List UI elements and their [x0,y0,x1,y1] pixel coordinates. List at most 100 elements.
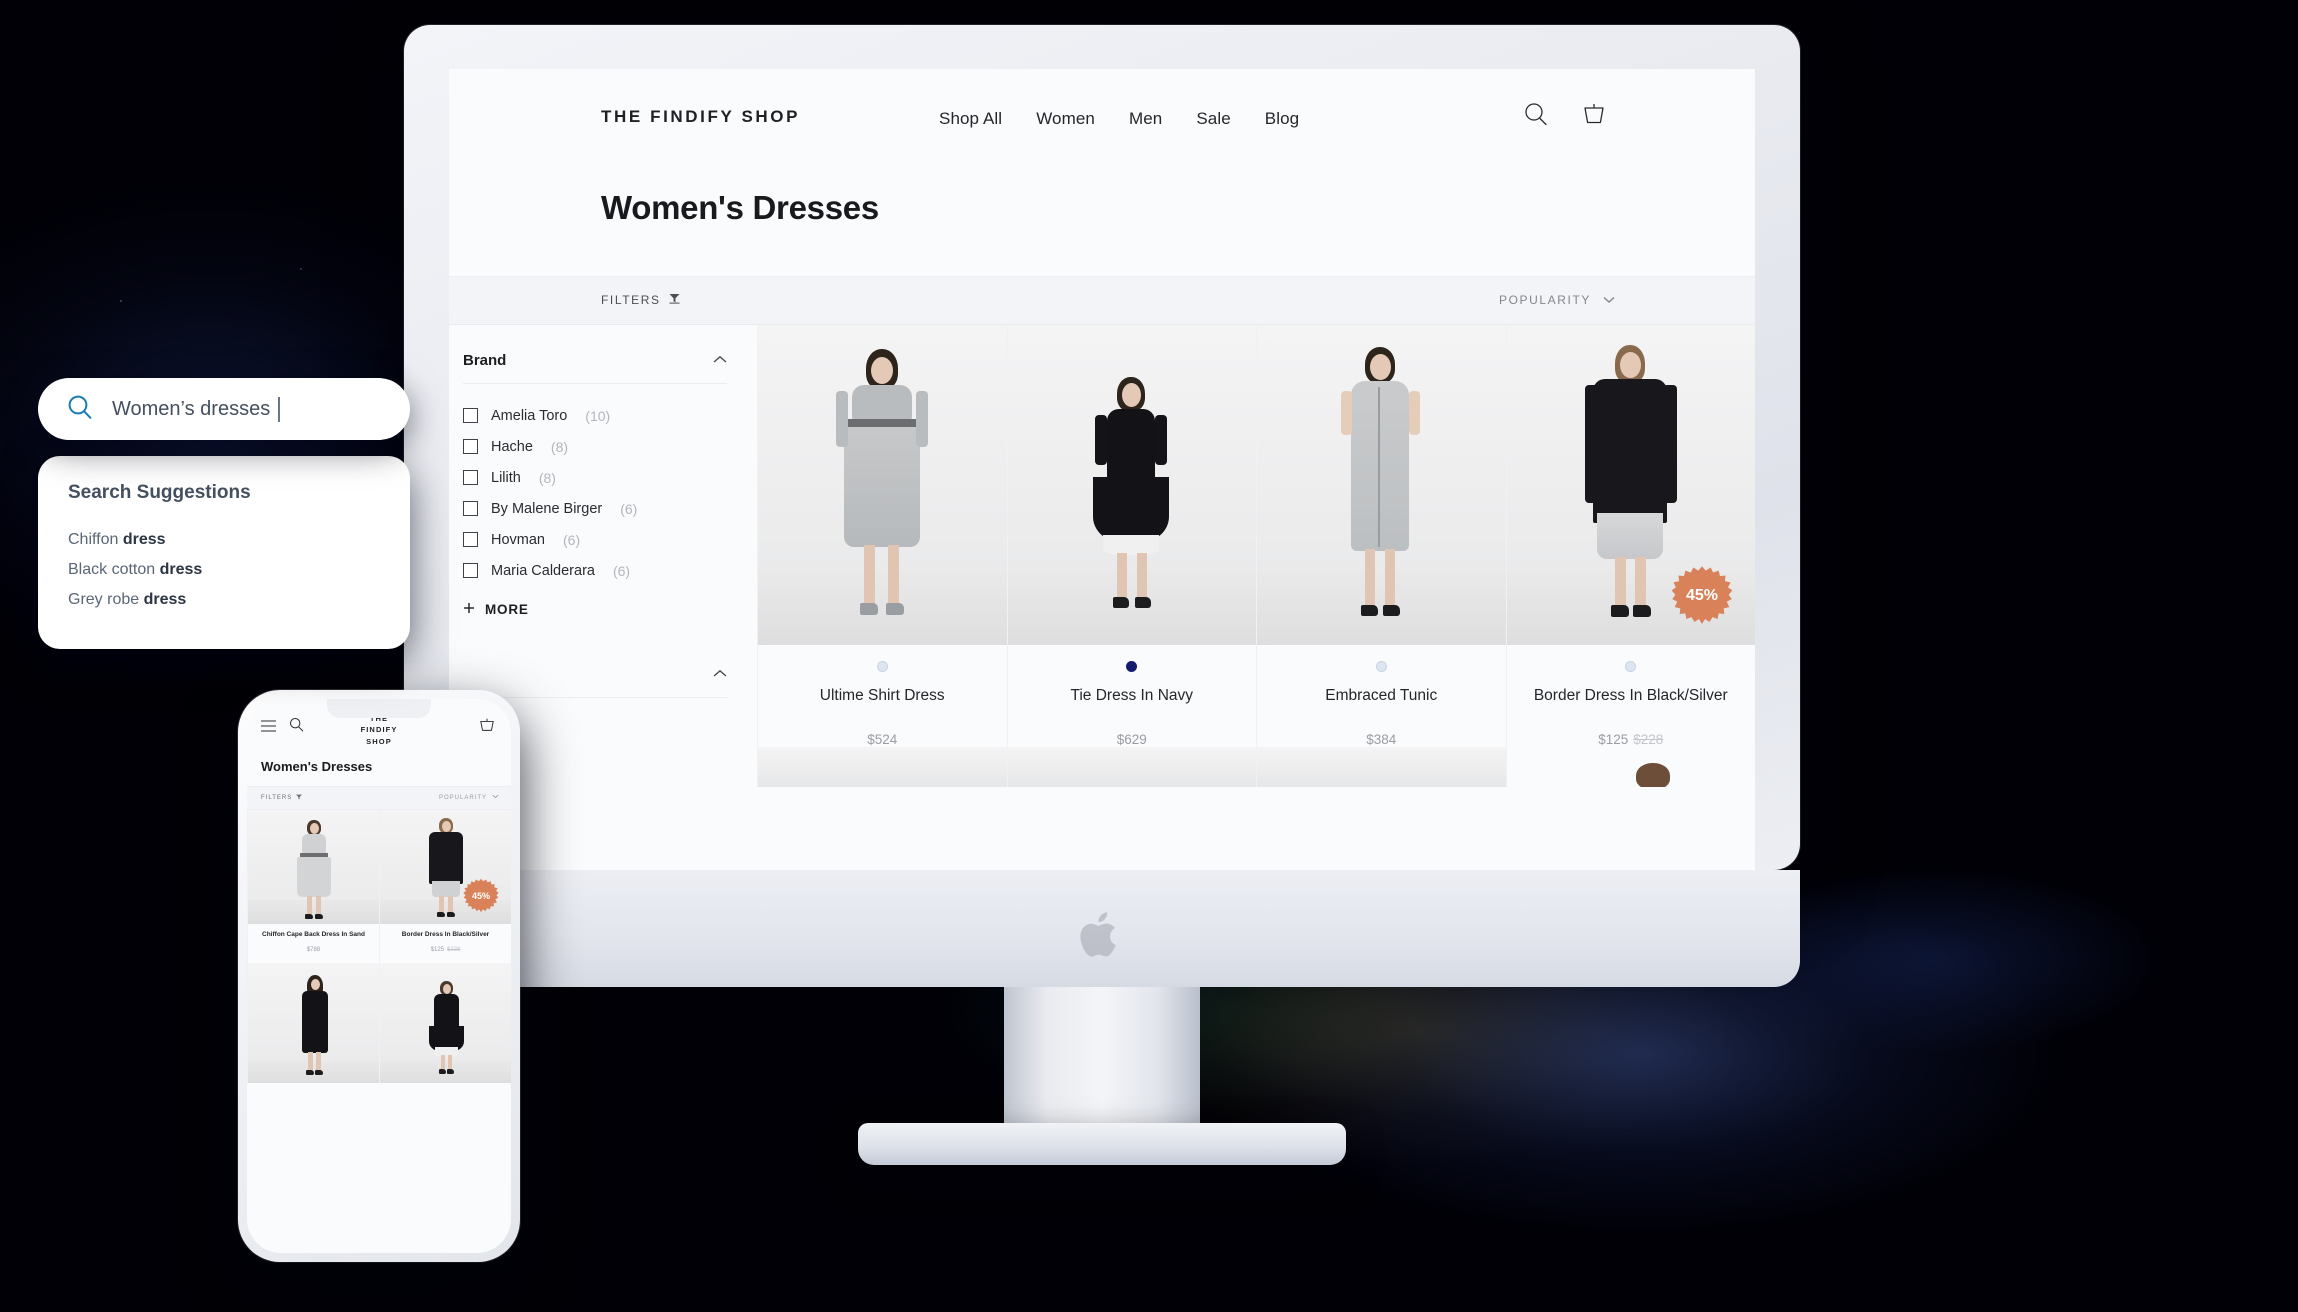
product-card[interactable]: Chiffon Cape Back Dress In Sand $788 [247,810,379,963]
product-image[interactable]: 45% [380,810,511,924]
product-card[interactable] [379,962,511,1083]
background-speck [120,300,122,302]
product-name[interactable]: Tie Dress In Navy [1020,686,1245,706]
product-card[interactable]: 45% Border Dress In Black/Silver $125 $22… [1505,325,1755,747]
background-speck [300,268,302,270]
checkbox[interactable] [463,501,478,516]
product-image[interactable] [248,962,379,1083]
facet-show-more-button[interactable]: MORE [463,586,727,621]
suggestions-title: Search Suggestions [68,482,251,503]
cart-icon[interactable] [479,717,495,738]
color-swatch[interactable] [1625,661,1637,672]
product-name[interactable]: Chiffon Cape Back Dress In Sand [252,931,375,940]
product-image[interactable] [1257,746,1506,787]
discount-value: 45% [471,891,490,901]
facet-option-label: Hovman [491,531,545,548]
search-icon[interactable] [66,393,94,426]
nav-item-men[interactable]: Men [1129,109,1162,129]
color-swatch[interactable] [1126,661,1138,672]
imac-stand-foot [858,1123,1346,1165]
filters-toggle[interactable]: FILTERS [601,293,680,307]
product-name[interactable]: Ultime Shirt Dress [770,686,995,706]
brand-line-3: SHOP [366,736,392,746]
search-icon[interactable] [289,717,304,737]
facet-option[interactable]: Amelia Toro (10) [463,400,727,431]
product-image[interactable] [1007,746,1256,787]
phone-filter-bar: FILTERS POPULARITY [247,786,511,810]
cart-icon[interactable] [1581,101,1607,127]
nav-item-women[interactable]: Women [1036,109,1095,129]
imac-stand-neck [1004,987,1200,1135]
hamburger-icon[interactable] [261,719,276,737]
sort-dropdown[interactable]: POPULARITY [1499,293,1615,307]
product-name[interactable]: Embraced Tunic [1269,686,1494,706]
chevron-down-icon [1603,293,1615,307]
product-card[interactable] [1256,746,1506,787]
color-swatch[interactable] [1375,661,1387,672]
checkbox[interactable] [463,439,478,454]
suggestion-item[interactable]: Black cotton dress [68,555,380,585]
product-image[interactable]: 45% [1506,325,1755,645]
product-price: $788 [252,947,375,953]
chevron-up-icon[interactable] [713,665,727,683]
product-image[interactable] [1257,325,1506,645]
product-name[interactable]: Border Dress In Black/Silver [384,931,507,940]
suggestion-match: dress [122,531,166,548]
search-icon[interactable] [1523,101,1549,127]
search-overlay: Women’s dresses Search Suggestions Chiff… [38,378,410,649]
shop-body: Brand Amelia Toro (10) Hache (8) Lilith … [449,325,1755,787]
phone-brand-logo[interactable]: THE FINDIFY SHOP [361,713,398,747]
color-swatch[interactable] [876,661,888,672]
nav-item-sale[interactable]: Sale [1196,109,1230,129]
imac-body: THE FINDIFY SHOP Shop All Women Men Sale… [404,25,1800,884]
checkbox[interactable] [463,532,478,547]
facet-brand-header[interactable]: Brand [463,351,727,384]
suggestion-item[interactable]: Grey robe dress [68,585,380,615]
search-input[interactable]: Women’s dresses [38,378,410,440]
suggestion-item[interactable]: Chiffon dress [68,525,380,555]
product-card[interactable]: Embraced Tunic $384 [1256,325,1506,747]
price-original: $228 [1633,731,1664,747]
product-image[interactable] [1007,325,1256,645]
facet-option[interactable]: Lilith (8) [463,462,727,493]
mobile-device-mockup: THE FINDIFY SHOP Women's Dresses FILTERS [238,690,520,1262]
product-image[interactable] [758,746,1007,787]
product-card[interactable] [247,962,379,1083]
phone-filters-toggle[interactable]: FILTERS [261,794,303,802]
facet-option[interactable]: Hache (8) [463,431,727,462]
apple-logo-icon [1080,912,1116,957]
product-card[interactable] [1505,746,1755,787]
chevron-up-icon[interactable] [713,351,727,369]
brand-logo[interactable]: THE FINDIFY SHOP [601,107,800,127]
checkbox[interactable] [463,563,478,578]
facet-brand: Brand Amelia Toro (10) Hache (8) Lilith … [449,325,757,631]
facet-option-label: Maria Calderara [491,562,595,579]
product-card[interactable]: 45% Border Dress In Black/Silver $125 $22… [379,810,511,963]
checkbox[interactable] [463,408,478,423]
main-navigation: Shop All Women Men Sale Blog [939,109,1299,129]
product-image[interactable] [1506,746,1755,787]
product-card[interactable] [757,746,1007,787]
phone-sort-dropdown[interactable]: POPULARITY [439,794,499,801]
checkbox[interactable] [463,470,478,485]
facet-option-label: Amelia Toro [491,407,568,424]
phone-notch [327,699,431,718]
product-card[interactable] [1006,746,1256,787]
product-image[interactable] [248,810,379,924]
text-cursor [278,396,280,422]
product-card[interactable]: Ultime Shirt Dress $524 [757,325,1007,747]
product-image[interactable] [380,962,511,1083]
facet-option[interactable]: Maria Calderara (6) [463,555,727,586]
price-current: $788 [306,946,321,953]
product-card[interactable]: Tie Dress In Navy $629 [1006,325,1256,747]
facet-option-count: (8) [538,469,556,486]
product-name[interactable]: Border Dress In Black/Silver [1519,686,1744,706]
facet-option[interactable]: Hovman (6) [463,524,727,555]
product-image[interactable] [758,325,1007,645]
product-price: $384 [1269,732,1494,747]
nav-item-blog[interactable]: Blog [1265,109,1299,129]
nav-item-shop-all[interactable]: Shop All [939,109,1002,129]
facet-option[interactable]: By Malene Birger (6) [463,493,727,524]
facet-secondary-header[interactable] [463,665,727,698]
price-current: $125 [430,946,444,953]
